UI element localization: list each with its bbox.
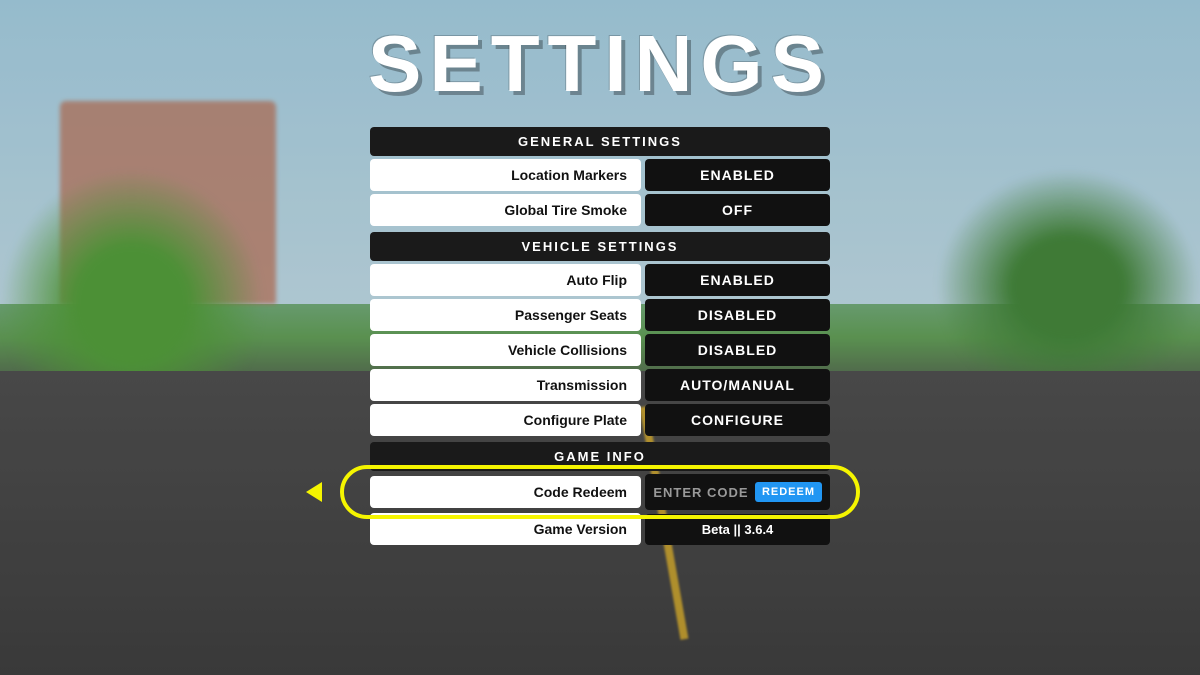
- vehicle-collisions-value[interactable]: DISABLED: [645, 334, 830, 366]
- game-info-header: GAME INFO: [370, 442, 830, 471]
- location-markers-row: Location Markers ENABLED: [370, 159, 830, 191]
- global-tire-smoke-label: Global Tire Smoke: [370, 194, 641, 226]
- passenger-seats-value[interactable]: DISABLED: [645, 299, 830, 331]
- game-version-row: Game Version Beta || 3.6.4: [370, 513, 830, 545]
- general-settings-header: GENERAL SETTINGS: [370, 127, 830, 156]
- location-markers-label: Location Markers: [370, 159, 641, 191]
- settings-panel: GENERAL SETTINGS Location Markers ENABLE…: [370, 124, 830, 548]
- code-redeem-row: Code Redeem ENTER CODE REDEEM: [370, 474, 830, 510]
- auto-flip-value[interactable]: ENABLED: [645, 264, 830, 296]
- configure-plate-row: Configure Plate CONFIGURE: [370, 404, 830, 436]
- enter-code-placeholder: ENTER CODE: [653, 485, 749, 500]
- code-redeem-label: Code Redeem: [370, 476, 641, 508]
- auto-flip-label: Auto Flip: [370, 264, 641, 296]
- vehicle-settings-header: VEHICLE SETTINGS: [370, 232, 830, 261]
- global-tire-smoke-row: Global Tire Smoke OFF: [370, 194, 830, 226]
- page-title: SETTINGS: [368, 18, 832, 110]
- auto-flip-row: Auto Flip ENABLED: [370, 264, 830, 296]
- transmission-value[interactable]: AUTO/MANUAL: [645, 369, 830, 401]
- vehicle-collisions-row: Vehicle Collisions DISABLED: [370, 334, 830, 366]
- redeem-button[interactable]: REDEEM: [755, 482, 822, 502]
- vehicle-collisions-label: Vehicle Collisions: [370, 334, 641, 366]
- passenger-seats-label: Passenger Seats: [370, 299, 641, 331]
- content: SETTINGS GENERAL SETTINGS Location Marke…: [0, 0, 1200, 675]
- game-version-label: Game Version: [370, 513, 641, 545]
- arrow-left-icon: [306, 482, 322, 502]
- configure-plate-value[interactable]: CONFIGURE: [645, 404, 830, 436]
- location-markers-value[interactable]: ENABLED: [645, 159, 830, 191]
- configure-plate-label: Configure Plate: [370, 404, 641, 436]
- game-version-value: Beta || 3.6.4: [645, 514, 830, 545]
- passenger-seats-row: Passenger Seats DISABLED: [370, 299, 830, 331]
- transmission-row: Transmission AUTO/MANUAL: [370, 369, 830, 401]
- global-tire-smoke-value[interactable]: OFF: [645, 194, 830, 226]
- transmission-label: Transmission: [370, 369, 641, 401]
- code-redeem-input-area[interactable]: ENTER CODE REDEEM: [645, 474, 830, 510]
